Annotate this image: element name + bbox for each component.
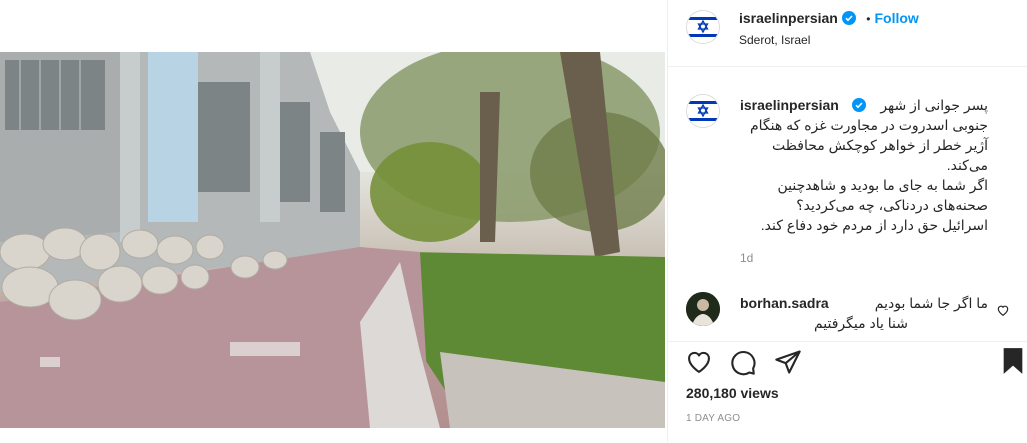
post-actions: 280,180 views 1 DAY AGO — [668, 341, 1027, 443]
view-count[interactable]: 280,180 views — [686, 385, 779, 401]
caption-line: اگر شما به جای ما بودید و شاهدچنین — [777, 177, 989, 193]
post-date[interactable]: 1 DAY AGO — [686, 413, 740, 424]
video-player[interactable] — [0, 52, 665, 428]
caption-line: اسرائیل حق دارد از مردم خود دفاع کند. — [760, 217, 988, 233]
profile-photo-icon — [686, 292, 720, 326]
post-media — [0, 0, 667, 442]
caption: israelinpersian پسر جوانی از شهر جنوبی ا… — [740, 95, 988, 235]
caption-username[interactable]: israelinpersian — [740, 95, 839, 115]
comment-item: borhan.sadra ما اگر جا شما بودیم شنا یاد… — [740, 293, 988, 333]
follow-separator: • — [866, 12, 871, 26]
caption-line: جنوبی اسدروت در مجاورت غزه که هنگام — [749, 117, 988, 133]
author-username[interactable]: israelinpersian — [739, 10, 838, 26]
follow-button[interactable]: Follow — [874, 10, 918, 26]
heart-icon[interactable] — [685, 348, 713, 376]
video-frame — [0, 52, 665, 428]
commenter-avatar[interactable] — [686, 292, 720, 326]
caption-timestamp[interactable]: 1d — [740, 251, 753, 265]
comment-username[interactable]: borhan.sadra — [740, 293, 829, 313]
caption-first-line: israelinpersian پسر جوانی از شهر — [740, 95, 988, 115]
caption-line: آژیر خطر از خواهر کوچکش محافظت — [772, 137, 988, 153]
paper-plane-icon[interactable] — [774, 348, 802, 376]
comment-text: ما اگر جا شما بودیم — [874, 295, 988, 311]
comment-bubble-icon[interactable] — [729, 348, 757, 376]
comment-like-heart-icon[interactable] — [996, 303, 1010, 317]
comments-section: israelinpersian پسر جوانی از شهر جنوبی ا… — [668, 67, 1027, 341]
post-header: israelinpersian • Follow Sderot, Israel — [668, 0, 1027, 67]
comment-text-line: شنا یاد میگرفتیم — [813, 315, 908, 331]
header-title-row: israelinpersian • Follow — [739, 10, 919, 28]
verified-badge-icon — [841, 11, 856, 25]
post-side-panel: israelinpersian • Follow Sderot, Israel i… — [668, 0, 1027, 442]
caption-line: پسر جوانی از شهر — [880, 97, 988, 113]
caption-line: صحنه‌های دردناکی، چه می‌کردید؟ — [796, 197, 988, 213]
author-avatar[interactable] — [686, 10, 720, 44]
israel-flag-icon — [687, 95, 719, 127]
israel-flag-icon — [687, 11, 719, 43]
post-location[interactable]: Sderot, Israel — [739, 33, 810, 47]
caption-avatar[interactable] — [686, 94, 720, 128]
verified-badge-icon — [852, 98, 866, 112]
caption-line: می‌کند. — [946, 157, 988, 173]
bookmark-icon[interactable] — [1000, 347, 1026, 375]
